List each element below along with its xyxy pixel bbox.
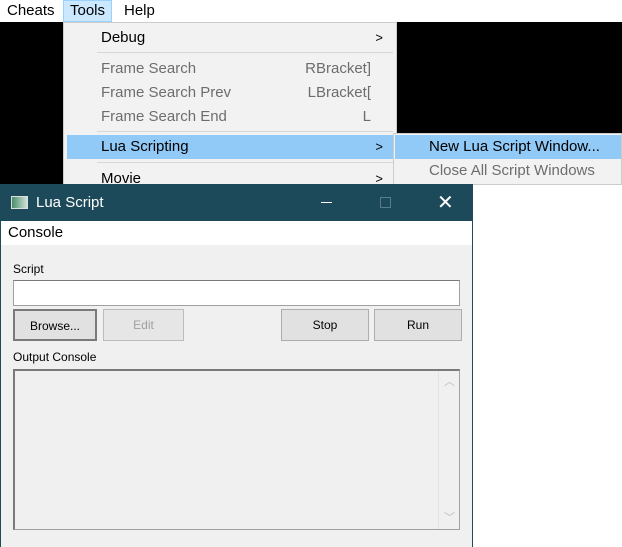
- app-icon: [11, 196, 28, 209]
- browse-button[interactable]: Browse...: [13, 309, 97, 341]
- scroll-up-icon[interactable]: ︿: [444, 373, 455, 389]
- menu-help[interactable]: Help: [118, 0, 161, 22]
- output-console[interactable]: ︿ ﹀: [13, 369, 460, 530]
- minimize-icon[interactable]: [321, 202, 332, 203]
- label: New Lua Script Window...: [429, 138, 600, 155]
- label: Frame Search Prev: [101, 84, 232, 101]
- shortcut: RBracket]: [305, 60, 371, 77]
- label: Debug: [101, 29, 146, 46]
- maximize-icon[interactable]: [380, 197, 391, 208]
- menu-item-frame-search[interactable]: Frame Search RBracket]: [67, 57, 393, 81]
- tools-menu: Debug > Frame Search RBracket] Frame Searc…: [63, 22, 397, 192]
- lua-script-window: Lua Script ✕ Console Script Browse... Ed…: [0, 184, 473, 547]
- menu-cheats[interactable]: Cheats: [1, 0, 61, 22]
- run-button[interactable]: Run: [374, 309, 462, 341]
- separator: [97, 162, 393, 163]
- window-title: Lua Script: [36, 194, 104, 211]
- chevron-right-icon: >: [375, 139, 383, 154]
- scroll-down-icon[interactable]: ﹀: [444, 509, 455, 525]
- menu-item-new-lua-script-window[interactable]: New Lua Script Window...: [395, 135, 621, 159]
- window-menu-console[interactable]: Console: [1, 221, 472, 245]
- menu-bar: Cheats Tools Help: [0, 0, 622, 22]
- close-icon[interactable]: ✕: [437, 190, 454, 215]
- label: Frame Search End: [101, 108, 227, 125]
- script-input[interactable]: [13, 280, 460, 306]
- menu-item-debug[interactable]: Debug >: [67, 26, 393, 50]
- shortcut: L: [362, 108, 371, 125]
- separator: [97, 131, 393, 132]
- menu-item-lua-scripting[interactable]: Lua Scripting >: [67, 135, 393, 159]
- edit-button[interactable]: Edit: [103, 309, 184, 341]
- title-bar[interactable]: Lua Script ✕: [1, 184, 472, 221]
- chevron-right-icon: >: [375, 30, 383, 45]
- separator: [97, 52, 393, 53]
- lua-scripting-submenu: New Lua Script Window... Close All Scrip…: [393, 133, 622, 185]
- stop-button[interactable]: Stop: [281, 309, 369, 341]
- label: Close All Script Windows: [429, 162, 595, 179]
- menu-tools[interactable]: Tools: [63, 0, 113, 22]
- label: Frame Search: [101, 60, 197, 77]
- shortcut: LBracket[: [307, 84, 371, 101]
- menu-item-frame-search-end[interactable]: Frame Search End L: [67, 105, 393, 129]
- menu-item-close-all-script-windows[interactable]: Close All Script Windows: [395, 159, 621, 183]
- output-console-label: Output Console: [13, 350, 97, 364]
- scrollbar[interactable]: ︿ ﹀: [438, 371, 459, 529]
- menu-item-frame-search-prev[interactable]: Frame Search Prev LBracket[: [67, 81, 393, 105]
- label: Lua Scripting: [101, 138, 189, 155]
- script-label: Script: [13, 262, 44, 276]
